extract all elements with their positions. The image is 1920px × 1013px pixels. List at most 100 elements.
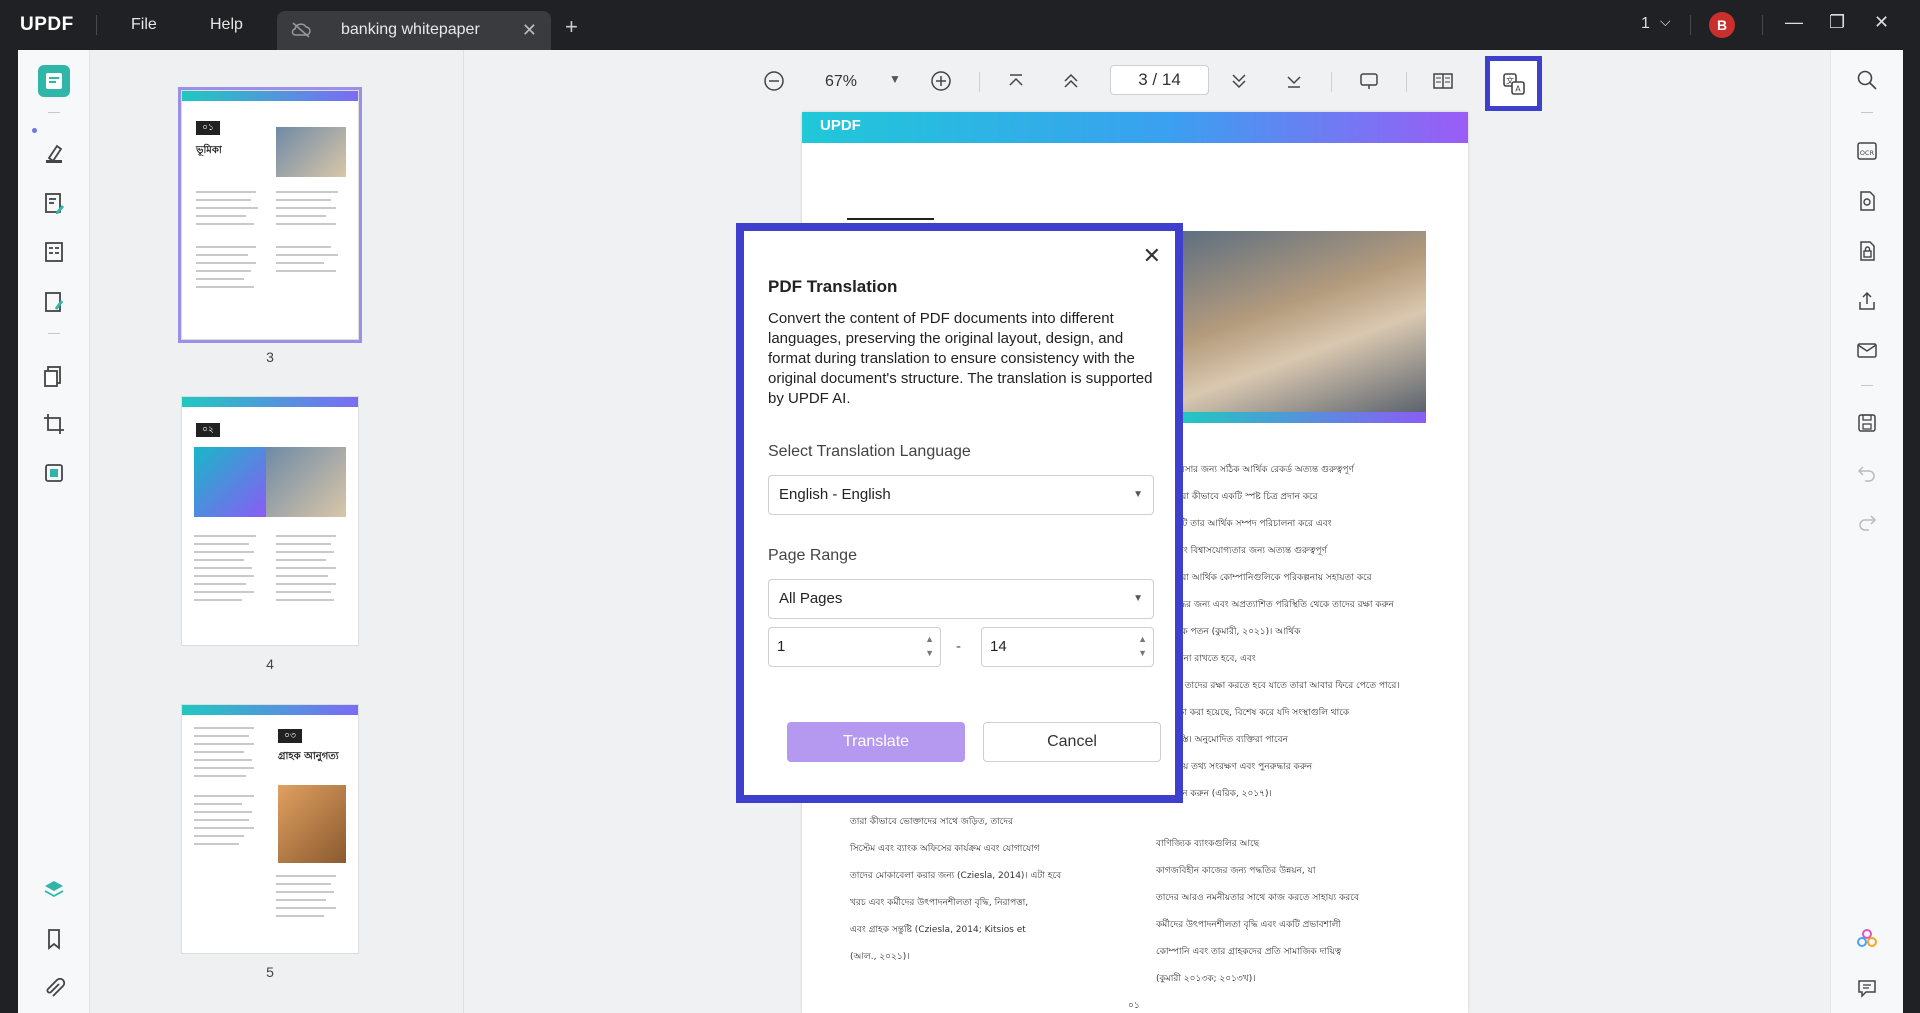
comment-icon[interactable] xyxy=(1854,975,1880,1001)
toolbar-separator xyxy=(979,72,980,92)
title-separator xyxy=(1690,15,1691,35)
ocr-icon[interactable]: OCR xyxy=(1854,138,1880,164)
page-text-line: কর্মীদের উৎপাদনশীলতা বৃদ্ধি এবং একটি প্র… xyxy=(1156,920,1341,930)
toolbar-separator xyxy=(1861,385,1873,386)
text-line xyxy=(194,835,244,837)
translate-button[interactable]: 文A xyxy=(1485,56,1542,111)
zoom-level[interactable]: 67% xyxy=(825,73,857,91)
toolbar-separator xyxy=(48,333,60,334)
presentation-icon[interactable] xyxy=(1358,70,1380,97)
highlighter-icon[interactable] xyxy=(38,137,70,169)
thumbnail-number: 3 xyxy=(266,349,274,365)
menu-help[interactable]: Help xyxy=(210,16,243,34)
thumbnail-panel: ০১ ভূমিকা 3 ০২ 4 ০৩ গ্রাহক আনুগত্য 5 xyxy=(90,50,464,1013)
text-line xyxy=(194,551,254,553)
page-header-logo: UPDF xyxy=(820,117,861,134)
page-text-line: বৃত্তনা রাখতে হবে, এবং xyxy=(1172,654,1256,664)
text-line xyxy=(194,759,252,761)
svg-text:A: A xyxy=(1515,84,1521,93)
text-line xyxy=(276,591,331,593)
thumbnail-title: গ্রাহক আনুগত্য xyxy=(278,751,339,762)
previous-page-icon[interactable] xyxy=(1060,70,1082,97)
document-tab[interactable]: banking whitepaper ✕ xyxy=(277,11,551,50)
thumbnail-header-bar xyxy=(182,397,358,407)
first-page-icon[interactable] xyxy=(1005,70,1027,97)
bookmark-icon[interactable] xyxy=(38,923,70,955)
new-tab-button[interactable]: + xyxy=(565,14,578,40)
undo-icon[interactable] xyxy=(1854,460,1880,486)
ai-icon[interactable] xyxy=(1854,926,1880,952)
reader-icon[interactable] xyxy=(38,65,70,97)
cancel-button[interactable]: Cancel xyxy=(983,722,1161,762)
protect-icon[interactable] xyxy=(1854,238,1880,264)
translate-submit-button[interactable]: Translate xyxy=(787,722,965,762)
edit-pdf-icon[interactable] xyxy=(38,187,70,219)
page-number-input[interactable]: 3 / 14 xyxy=(1110,65,1209,95)
stepper-arrows-icon[interactable]: ▲ ▼ xyxy=(925,632,934,660)
text-line xyxy=(196,207,258,209)
text-line xyxy=(276,891,334,893)
save-icon[interactable] xyxy=(1854,410,1880,436)
stepper-arrows-icon[interactable]: ▲ ▼ xyxy=(1138,632,1147,660)
page-range-select[interactable]: All Pages ▼ xyxy=(768,579,1154,619)
chevron-down-icon[interactable]: ⌵ xyxy=(1660,13,1671,30)
page-text-line: ব্যবসার জন্য সঠিক আর্থিক রেকর্ড অত্যন্ত … xyxy=(1172,465,1354,475)
language-select[interactable]: English - English ▼ xyxy=(768,475,1154,515)
avatar[interactable]: B xyxy=(1709,12,1735,38)
menu-file[interactable]: File xyxy=(131,16,157,34)
text-line xyxy=(194,775,246,777)
text-line xyxy=(196,278,244,280)
page-thumbnail[interactable]: ০২ xyxy=(181,396,359,646)
text-line xyxy=(276,223,336,225)
page-text-line: বৃদ্ধির জন্য এবং অপ্রত্যাশিত পরিস্থিতি থ… xyxy=(1172,600,1394,610)
thumbnail-badge: ০১ xyxy=(196,121,220,135)
page-thumbnail[interactable]: ০১ ভূমিকা xyxy=(178,87,362,343)
search-icon[interactable] xyxy=(1854,67,1880,93)
convert-icon[interactable] xyxy=(1854,188,1880,214)
text-line xyxy=(276,875,336,877)
range-from-input[interactable]: 1 ▲ ▼ xyxy=(768,627,941,667)
sign-icon[interactable] xyxy=(38,286,70,318)
dialog-close-icon[interactable]: ✕ xyxy=(1143,243,1161,269)
zoom-in-icon[interactable] xyxy=(930,70,952,97)
page-text-line: তাদের আরও নমনীয়তার সাথে কাজ করতে সাহায্… xyxy=(1156,893,1359,903)
title-separator xyxy=(1762,15,1763,35)
next-page-icon[interactable] xyxy=(1228,70,1250,97)
organize-pages-icon[interactable] xyxy=(38,360,70,392)
restore-button[interactable]: ❐ xyxy=(1829,12,1845,33)
tab-close-icon[interactable]: ✕ xyxy=(522,20,537,41)
redo-icon[interactable] xyxy=(1854,509,1880,535)
crop-icon[interactable] xyxy=(38,408,70,440)
zoom-dropdown-icon[interactable]: ▼ xyxy=(889,72,901,86)
zoom-out-icon[interactable] xyxy=(763,70,785,97)
text-line xyxy=(194,811,252,813)
stamp-icon[interactable] xyxy=(38,457,70,489)
language-label: Select Translation Language xyxy=(768,443,971,460)
close-window-button[interactable]: ✕ xyxy=(1874,12,1889,33)
share-icon[interactable] xyxy=(1854,288,1880,314)
page-number: ০১ xyxy=(1128,1001,1140,1011)
text-line xyxy=(196,254,248,256)
thumbnail-badge: ০২ xyxy=(196,423,220,437)
text-line xyxy=(276,899,326,901)
text-line xyxy=(194,583,246,585)
email-icon[interactable] xyxy=(1854,337,1880,363)
page-hero-image xyxy=(1182,231,1426,423)
text-line xyxy=(196,262,256,264)
last-page-icon[interactable] xyxy=(1283,70,1305,97)
page-text-line: খরচ এবং কর্মীদের উৎপাদনশীলতা বৃদ্ধি, নির… xyxy=(850,898,1029,908)
minimize-button[interactable]: — xyxy=(1785,12,1803,33)
heading-underline xyxy=(847,218,934,220)
chevron-down-icon: ▼ xyxy=(1133,489,1143,500)
window-count[interactable]: 1 xyxy=(1641,15,1650,33)
page-layout-icon[interactable] xyxy=(1432,70,1454,97)
text-line xyxy=(196,199,251,201)
text-line xyxy=(276,199,331,201)
page-thumbnail[interactable]: ০৩ গ্রাহক আনুগত্য xyxy=(181,704,359,954)
layers-icon[interactable] xyxy=(38,873,70,905)
range-to-input[interactable]: 14 ▲ ▼ xyxy=(981,627,1154,667)
text-line xyxy=(276,543,331,545)
text-line xyxy=(194,819,249,821)
form-icon[interactable] xyxy=(38,236,70,268)
attachment-icon[interactable] xyxy=(38,972,70,1004)
